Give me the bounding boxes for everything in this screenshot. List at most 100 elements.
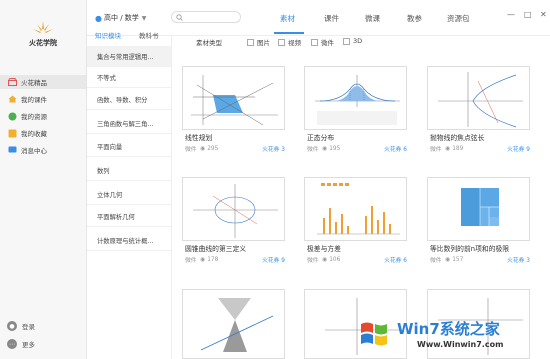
eye-icon: ◉ [445,145,451,152]
checkbox-icon [311,38,318,46]
card-thumbnail [304,66,407,130]
search-input[interactable] [171,11,241,23]
message-icon [7,145,17,155]
sidebar-item-label: 我的课件 [21,96,47,104]
app-logo[interactable]: 火花学院 [18,20,68,48]
category-item[interactable]: 平面解析几何 [87,206,171,227]
category-panel: 知识模块 教科书 集合与常用逻辑用... 不等式 函数、导数、积分 三角函数与解… [87,32,172,359]
sidebar-item-my-favorites[interactable]: 我的收藏 [0,126,86,140]
close-icon[interactable]: ✕ [540,10,547,19]
filter-3d-checkbox[interactable]: 3D [343,37,362,45]
windows-logo-icon [361,322,387,346]
card-views: 106 [329,256,341,263]
sidebar-item-my-resources[interactable]: 我的资源 [0,109,86,123]
checkbox-icon [278,38,285,46]
active-tab-indicator [274,32,304,34]
left-sidebar: 火花学院 火花精品 我的课件 我的资源 我的收藏 消息中心 ● 登录 ⋯ 更多 [0,0,87,359]
card-type: 微件 [430,258,442,264]
maximize-icon[interactable]: □ [524,10,532,19]
tab-material[interactable]: 素材 [280,13,295,24]
tab-resource-pack[interactable]: 资源包 [447,13,470,24]
chevron-down-icon: ▼ [141,14,147,22]
card-type: 微件 [185,258,197,264]
more-button[interactable]: ⋯ 更多 [7,339,35,349]
material-card[interactable]: 抛物线的焦点弦长 微件 ◉ 189 火花券 9 [427,66,530,166]
tab-microlesson[interactable]: 微课 [365,13,380,24]
category-item[interactable]: 计数原理与统计概... [87,230,171,251]
card-price: 火花券 3 [262,147,285,153]
checkbox-icon [247,38,254,46]
resource-icon [7,111,17,121]
user-icon: ● [7,321,17,331]
category-item[interactable]: 立体几何 [87,184,171,205]
location-pin-icon: ● [95,13,102,23]
card-meta: 微件 ◉ 178 [185,255,219,265]
eye-icon: ◉ [200,256,206,263]
card-meta: 微件 ◉ 106 [307,255,341,265]
tab-courseware[interactable]: 课件 [324,13,339,24]
card-views: 157 [452,256,464,263]
category-item[interactable]: 集合与常用逻辑用... [87,46,171,67]
sidebar-item-messages[interactable]: 消息中心 [0,143,86,157]
sidebar-item-label: 我的资源 [21,113,47,121]
category-item[interactable]: 平面向量 [87,136,171,157]
tab-knowledge-module[interactable]: 知识模块 [95,30,121,40]
card-type: 微件 [185,147,197,153]
filter-video-checkbox[interactable]: 视频 [278,37,301,47]
material-type-filter: 素材类型 图片 视频 微件 3D [172,36,550,50]
card-title: 极差与方差 [307,245,341,253]
card-views: 295 [207,145,219,152]
watermark-brand: Win7系统之家 [397,320,500,338]
card-type: 微件 [307,147,319,153]
checkbox-label: 微件 [321,39,334,47]
brand-name: 火花学院 [29,39,57,47]
shop-icon [7,77,17,87]
home-icon [7,94,17,104]
eye-icon: ◉ [200,145,206,152]
card-title: 等比数列的前n项和的极限 [430,245,510,253]
card-views: 195 [329,145,341,152]
card-meta: 微件 ◉ 195 [307,144,341,154]
card-price: 火花券 3 [507,258,530,264]
card-meta: 微件 ◉ 295 [185,144,219,154]
card-thumbnail [182,177,285,241]
tab-teaching-ref[interactable]: 教参 [407,13,422,24]
category-item[interactable]: 不等式 [87,67,171,88]
material-card[interactable]: 极差与方差 微件 ◉ 106 火花券 6 [304,177,407,277]
card-type: 微件 [307,258,319,264]
material-card[interactable]: 圆锥曲线的第三定义 微件 ◉ 178 火花券 9 [182,177,285,277]
filter-image-checkbox[interactable]: 图片 [247,37,270,47]
login-button[interactable]: ● 登录 [7,321,35,331]
grade-subject-selector[interactable]: ● 高中 / 数学 ▼ [95,13,146,23]
card-title: 线性规划 [185,134,213,142]
card-price: 火花券 9 [262,258,285,264]
card-type: 微件 [430,147,442,153]
material-card[interactable]: 线性规划 微件 ◉ 295 火花券 3 [182,66,285,166]
checkbox-label: 3D [353,37,363,45]
sidebar-item-label: 火花精品 [21,79,47,87]
tab-textbook[interactable]: 教科书 [139,30,159,40]
material-card[interactable] [182,289,285,359]
sidebar-item-featured[interactable]: 火花精品 [0,75,86,89]
category-item[interactable]: 函数、导数、积分 [87,89,171,110]
grade-subject-label: 高中 / 数学 [103,14,139,22]
card-meta: 微件 ◉ 189 [430,144,463,154]
minimize-icon[interactable]: — [507,10,515,19]
sidebar-item-my-courseware[interactable]: 我的课件 [0,92,86,106]
card-views: 178 [207,256,219,263]
eye-icon: ◉ [322,256,328,263]
card-thumbnail [304,177,407,241]
filter-widget-checkbox[interactable]: 微件 [311,37,334,47]
star-icon [7,128,17,138]
search-icon [176,13,183,21]
login-label: 登录 [22,323,35,331]
checkbox-icon [343,37,350,45]
material-card[interactable]: 等比数列的前n项和的极限 微件 ◉ 157 火花券 3 [427,177,530,277]
material-card[interactable]: 正态分布 微件 ◉ 195 火花券 6 [304,66,407,166]
eye-icon: ◉ [445,256,451,263]
category-item[interactable]: 三角函数与解三角... [87,113,171,134]
filter-label: 素材类型 [196,39,222,47]
category-item[interactable]: 数列 [87,160,171,181]
watermark: Win7系统之家 Www.Winwin7.com [355,310,550,359]
more-label: 更多 [22,341,35,349]
